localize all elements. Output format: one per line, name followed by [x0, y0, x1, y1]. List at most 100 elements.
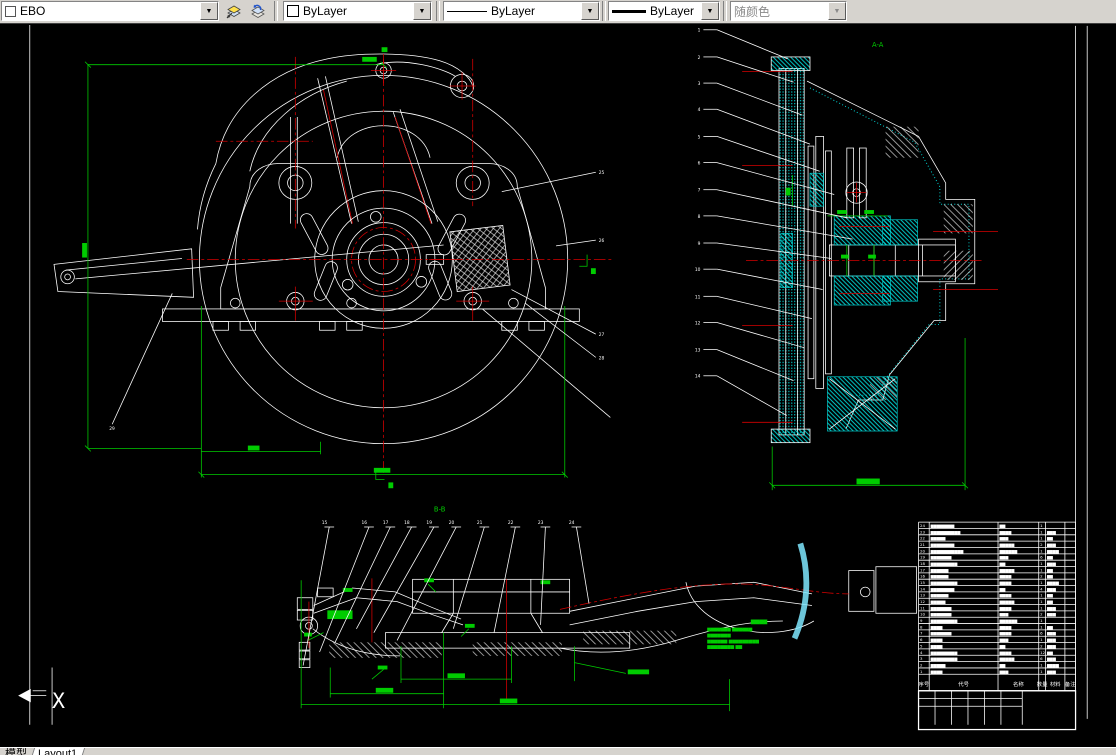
svg-text:6: 6 [1040, 631, 1043, 636]
svg-text:▆▆▆▆: ▆▆▆▆ [998, 580, 1011, 585]
svg-text:▆▆: ▆▆ [1046, 593, 1053, 598]
svg-text:▆▆▆▆: ▆▆▆▆ [998, 631, 1011, 636]
svg-text:11: 11 [695, 294, 701, 300]
svg-text:▆▆▆▆▆▆: ▆▆▆▆▆▆ [930, 574, 949, 579]
layer-previous-button[interactable] [246, 1, 269, 21]
svg-text:8: 8 [920, 624, 923, 629]
svg-text:▆▆▆▆: ▆▆▆▆ [1046, 580, 1059, 585]
svg-text:▆▆▆▆: ▆▆▆▆ [998, 529, 1011, 534]
svg-text:▆▆▆▆▆▆▆: ▆▆▆▆▆▆▆ [930, 605, 952, 610]
svg-text:15: 15 [322, 520, 328, 526]
svg-text:1: 1 [1040, 669, 1043, 674]
svg-text:▆▆▆▆▆▆▆▆▆: ▆▆▆▆▆▆▆▆▆ [930, 618, 958, 623]
svg-text:▆▆▆▆▆▆: ▆▆▆▆▆▆ [930, 567, 949, 572]
linetype-value: ByLayer [491, 4, 535, 18]
lineweight-dropdown[interactable]: ByLayer ▼ [608, 1, 720, 21]
sheet-borders [30, 25, 1087, 725]
svg-text:▆▆▆▆: ▆▆▆▆ [998, 605, 1011, 610]
svg-text:▆▆▆: ▆▆▆ [1046, 542, 1056, 547]
note-line: ▆▆▆▆▆▆▆ [706, 634, 731, 639]
svg-text:23: 23 [920, 529, 925, 534]
toolbar-separator [723, 1, 727, 21]
notes-title: ▆▆▆▆ [750, 619, 768, 625]
svg-text:1: 1 [1040, 561, 1043, 566]
svg-text:1: 1 [920, 669, 923, 674]
svg-text:16: 16 [362, 520, 368, 526]
svg-text:名称: 名称 [1013, 680, 1024, 688]
svg-text:▆▆: ▆▆ [1046, 536, 1053, 541]
svg-text:▆▆▆▆▆▆: ▆▆▆▆▆▆ [998, 548, 1017, 553]
svg-text:▆▆▆▆▆: ▆▆▆▆▆ [998, 567, 1014, 572]
svg-text:▆▆▆: ▆▆▆ [1046, 561, 1056, 566]
layer-dropdown[interactable]: EBO ▼ [1, 1, 219, 21]
svg-text:12: 12 [1040, 650, 1045, 655]
svg-text:▆▆: ▆▆ [1046, 624, 1053, 629]
dropdown-arrow-icon[interactable]: ▼ [200, 2, 218, 20]
note-line: ▆▆▆▆▆▆ ▆▆▆▆▆▆▆▆▆ [706, 639, 759, 644]
svg-text:7: 7 [698, 188, 701, 194]
linetype-dropdown[interactable]: ByLayer ▼ [443, 1, 600, 21]
svg-text:▆▆▆▆▆▆▆▆▆: ▆▆▆▆▆▆▆▆▆ [930, 580, 958, 585]
svg-text:13: 13 [695, 348, 701, 354]
svg-text:▆▆▆▆▆: ▆▆▆▆▆ [930, 662, 946, 667]
svg-text:▆▆: ▆▆ [1046, 599, 1053, 604]
note-line: ▆▆▆▆▆▆▆ ▆▆▆▆▆▆ [706, 628, 753, 633]
svg-text:▆▆: ▆▆ [998, 586, 1005, 591]
plotstyle-value: 随颜色 [734, 3, 770, 20]
drawing-canvas[interactable]: A-A [0, 23, 1116, 747]
svg-text:▆▆▆▆▆: ▆▆▆▆▆ [998, 542, 1014, 547]
svg-text:24: 24 [920, 523, 925, 528]
svg-text:28: 28 [599, 355, 605, 361]
section-label: B-B [434, 505, 446, 513]
bottom-section-view: B-B [297, 505, 916, 711]
svg-text:14: 14 [695, 374, 701, 380]
svg-text:1: 1 [1040, 618, 1043, 623]
svg-text:▆▆▆▆: ▆▆▆▆ [930, 637, 943, 642]
svg-text:15: 15 [920, 580, 925, 585]
svg-text:▆▆▆▆▆▆: ▆▆▆▆▆▆ [930, 593, 949, 598]
make-object-layer-current-button[interactable] [222, 1, 245, 21]
svg-text:▆▆▆▆: ▆▆▆▆ [998, 624, 1011, 629]
svg-text:10: 10 [920, 612, 925, 617]
svg-text:1: 1 [698, 28, 701, 34]
svg-text:1: 1 [1040, 536, 1043, 541]
svg-text:2: 2 [1040, 542, 1043, 547]
svg-text:22: 22 [920, 536, 925, 541]
svg-text:▆▆▆▆: ▆▆▆▆ [998, 650, 1011, 655]
lineweight-value: ByLayer [650, 4, 694, 18]
toolbar-separator [274, 1, 278, 21]
svg-text:1: 1 [1040, 548, 1043, 553]
dropdown-arrow-icon[interactable]: ▼ [701, 2, 719, 20]
svg-text:▆▆: ▆▆ [998, 561, 1005, 566]
svg-text:19: 19 [426, 520, 432, 526]
svg-text:▆▆▆▆▆▆▆▆: ▆▆▆▆▆▆▆▆ [930, 542, 955, 547]
svg-text:▆▆▆▆: ▆▆▆▆ [998, 593, 1011, 598]
color-swatch [287, 5, 299, 17]
svg-text:6: 6 [698, 161, 701, 167]
color-dropdown[interactable]: ByLayer ▼ [283, 1, 432, 21]
svg-text:2: 2 [1040, 643, 1043, 648]
svg-text:21: 21 [477, 520, 483, 526]
svg-text:▆▆▆: ▆▆▆ [1046, 529, 1056, 534]
svg-text:1: 1 [1040, 599, 1043, 604]
svg-text:13: 13 [920, 593, 925, 598]
svg-text:备注: 备注 [1065, 680, 1076, 688]
dropdown-arrow-icon[interactable]: ▼ [581, 2, 599, 20]
svg-text:▆▆▆▆▆▆▆▆▆: ▆▆▆▆▆▆▆▆▆ [930, 561, 958, 566]
svg-text:▆▆▆: ▆▆▆ [998, 637, 1008, 642]
toolbar-separator [602, 1, 606, 21]
svg-text:▆▆▆: ▆▆▆ [1046, 656, 1056, 661]
svg-text:1: 1 [1040, 523, 1043, 528]
svg-text:▆▆▆▆▆▆▆: ▆▆▆▆▆▆▆ [930, 631, 952, 636]
dropdown-arrow-icon[interactable]: ▼ [413, 2, 431, 20]
svg-text:▆▆: ▆▆ [1046, 567, 1053, 572]
svg-text:8: 8 [698, 214, 701, 220]
svg-text:▆▆▆: ▆▆▆ [1046, 631, 1056, 636]
svg-text:9: 9 [920, 618, 923, 623]
svg-text:2: 2 [1040, 574, 1043, 579]
svg-text:9: 9 [698, 241, 701, 247]
svg-text:17: 17 [920, 567, 925, 572]
layer-value: EBO [20, 4, 45, 18]
section-label: A-A [872, 41, 884, 49]
svg-text:▆▆▆▆: ▆▆▆▆ [930, 643, 943, 648]
